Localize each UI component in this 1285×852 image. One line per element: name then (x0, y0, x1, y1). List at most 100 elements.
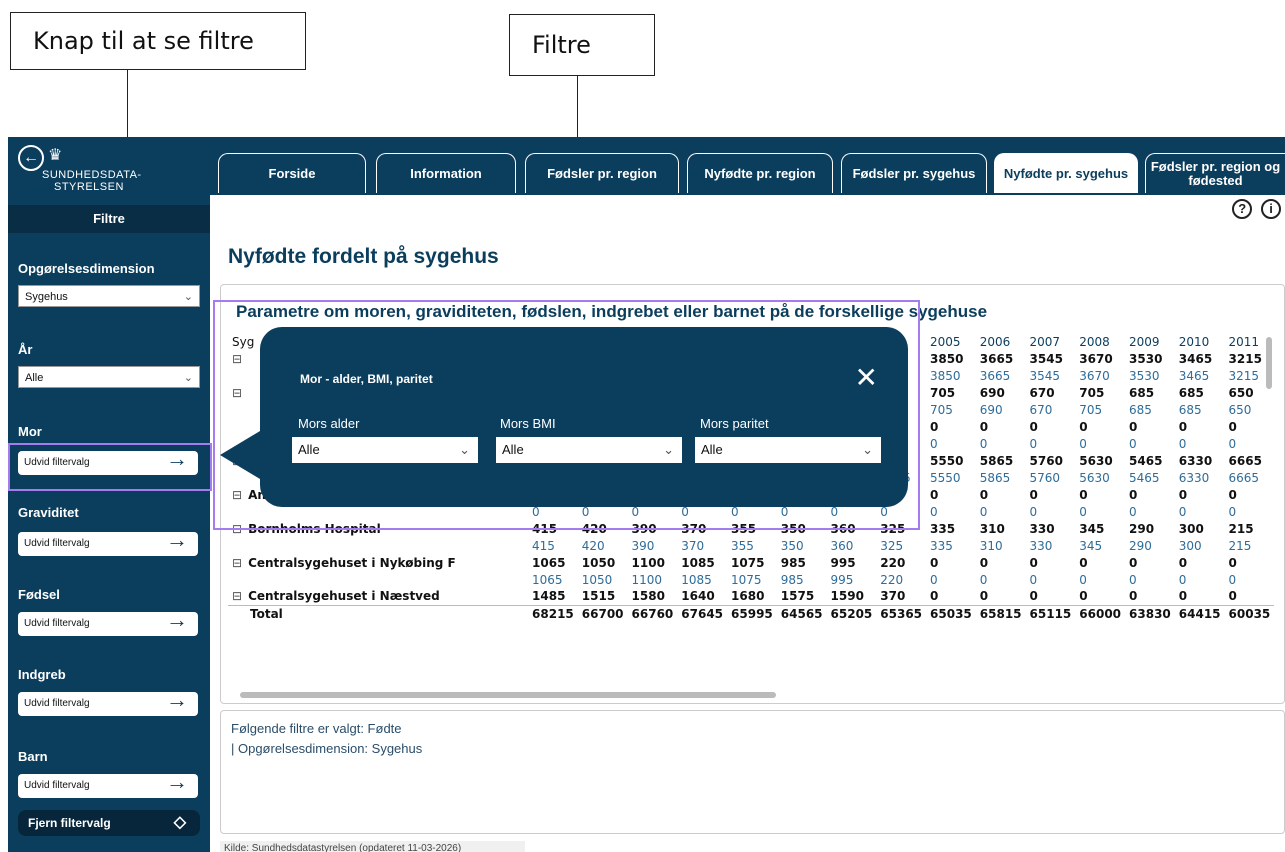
table-cell: 650 (1228, 402, 1252, 417)
table-cell: 705 (1079, 402, 1103, 417)
total-cell: 66700 (577, 604, 628, 622)
group-label-mor: Mor (18, 424, 42, 439)
expand-filter-button-indgreb[interactable]: Udvid filtervalg → (18, 688, 198, 716)
table-cell: 330 (1029, 538, 1053, 553)
table-cell: 1050 (581, 572, 613, 587)
table-cell: 6665 (1228, 453, 1262, 468)
tab-information[interactable]: Information (376, 153, 516, 193)
expand-filter-button-barn[interactable]: Udvid filtervalg → (18, 770, 198, 798)
table-cell: 3665 (979, 351, 1014, 366)
expand-filter-button-mor[interactable]: Udvid filtervalg → (18, 447, 198, 475)
help-icons: ? i (1232, 198, 1281, 219)
chevron-down-icon: ⌄ (862, 442, 873, 457)
table-cell: 0 (1178, 419, 1188, 434)
row-name: Centralsygehuset i Næstved (248, 589, 440, 604)
table-row: ⊟ Centralsygehuset i Nykøbing F 1065 1050 11… (228, 554, 1274, 571)
tab-nyfodte-pr-sygehus[interactable]: Nyfødte pr. sygehus (994, 153, 1138, 193)
table-cell: 670 (1029, 385, 1055, 400)
clear-filters-button[interactable]: Fjern filtervalg ◇ (18, 810, 200, 836)
expand-filter-button-fodsel[interactable]: Udvid filtervalg → (18, 608, 198, 636)
tab-forside[interactable]: Forside (218, 153, 366, 193)
table-cell: 0 (1029, 436, 1038, 451)
table-cell: 995 (830, 572, 854, 587)
table-cell: 0 (930, 589, 939, 604)
clear-filters-label: Fjern filtervalg (28, 816, 111, 830)
total-cell: 60035 (1224, 604, 1275, 622)
app-window: ← ♛ SUNDHEDSDATA- STYRELSEN Filtre Opgør… (8, 137, 1285, 852)
table-cell: 0 (1178, 487, 1188, 502)
table-cell: 0 (1129, 419, 1138, 434)
vertical-scrollbar[interactable] (1266, 337, 1272, 389)
table-cell: 1065 (532, 572, 563, 587)
table-cell: 1075 (731, 572, 762, 587)
help-icon[interactable]: ? (1232, 199, 1253, 219)
mors-paritet-select[interactable]: Alle ⌄ (695, 437, 881, 463)
table-cell: 0 (1079, 487, 1088, 502)
table-cell: 985 (780, 572, 804, 587)
tab-fodsler-pr-region[interactable]: Fødsler pr. region (525, 153, 679, 193)
table-cell: 0 (1129, 589, 1138, 604)
table-cell: 6330 (1178, 470, 1210, 485)
tab-fodsler-pr-sygehus[interactable]: Fødsler pr. sygehus (841, 153, 987, 193)
table-cell: 420 (581, 538, 605, 553)
table-cell: 5550 (930, 453, 964, 468)
table-cell: 0 (1178, 572, 1187, 587)
selected-filters-panel: Følgende filtre er valgt: Fødte | Opgøre… (220, 710, 1285, 834)
popup-title: Mor - alder, BMI, paritet (300, 372, 433, 386)
popup-pointer (220, 431, 260, 479)
table-cell: 3665 (979, 368, 1011, 383)
expand-filter-button-graviditet[interactable]: Udvid filtervalg → (18, 528, 198, 556)
logo-line1: SUNDHEDSDATA- (42, 169, 142, 181)
dimension-select[interactable]: Sygehus ⌄ (18, 285, 200, 307)
table-cell: 1580 (631, 589, 665, 604)
table-cell: 0 (1228, 555, 1237, 570)
table-cell: 0 (1079, 436, 1087, 451)
horizontal-scrollbar[interactable] (240, 692, 776, 698)
year-value: Alle (25, 372, 44, 384)
group-label-graviditet: Graviditet (18, 505, 79, 520)
group-label-fodsel: Fødsel (18, 587, 60, 602)
table-cell: 0 (930, 436, 938, 451)
table-cell: 290 (1129, 521, 1155, 536)
total-cell: 65205 (826, 604, 877, 622)
close-icon[interactable]: ✕ (855, 361, 878, 394)
total-cell: 63830 (1125, 604, 1175, 622)
table-cell: 6330 (1178, 453, 1213, 468)
back-icon[interactable]: ← (18, 145, 44, 171)
tab-nyfodte-pr-region[interactable]: Nyfødte pr. region (687, 153, 833, 193)
table-cell: 0 (1178, 589, 1188, 604)
table-cell: 1515 (581, 589, 616, 604)
table-cell: 0 (1228, 589, 1237, 604)
table-cell: 3670 (1079, 368, 1110, 383)
info-icon[interactable]: i (1261, 199, 1281, 219)
year-header: 2008 (1079, 334, 1110, 349)
table-cell: 0 (1178, 436, 1187, 451)
table-cell: 355 (731, 538, 754, 553)
mors-alder-value: Alle (298, 442, 320, 457)
table-cell: 345 (1079, 538, 1103, 553)
table-cell: 300 (1178, 538, 1202, 553)
row-label: ⊟ Centralsygehuset i Nykøbing F (228, 554, 528, 571)
mors-bmi-value: Alle (502, 442, 524, 457)
tab-fodsler-pr-region-og-fodested[interactable]: Fødsler pr. region og fødested (1145, 153, 1285, 193)
year-select[interactable]: Alle ⌄ (18, 366, 200, 388)
year-header: 2009 (1129, 334, 1160, 349)
table-cell: 310 (979, 538, 1003, 553)
table-cell: 3465 (1178, 368, 1210, 383)
source-note: Kilde: Sundhedsdatastyrelsen (opdateret … (220, 841, 525, 852)
table-cell: 690 (979, 385, 1005, 400)
table-cell: 5465 (1129, 470, 1160, 485)
year-header: 2006 (979, 334, 1011, 349)
table-cell: 0 (930, 504, 938, 519)
table-cell: 670 (1029, 402, 1053, 417)
table-cell: 370 (880, 589, 906, 604)
mors-bmi-select[interactable]: Alle ⌄ (496, 437, 682, 463)
table-cell: 0 (1178, 555, 1188, 570)
table-cell: 685 (1129, 402, 1152, 417)
mors-alder-select[interactable]: Alle ⌄ (292, 437, 478, 463)
chevron-down-icon: ⌄ (663, 442, 674, 457)
total-cell: 64565 (776, 604, 827, 622)
group-label-barn: Barn (18, 749, 48, 764)
table-row: 1065 1050 1100 1085 1075 985 995 220 0 0 0 0 0 0 0 (228, 571, 1274, 588)
table-cell: 220 (880, 555, 906, 570)
